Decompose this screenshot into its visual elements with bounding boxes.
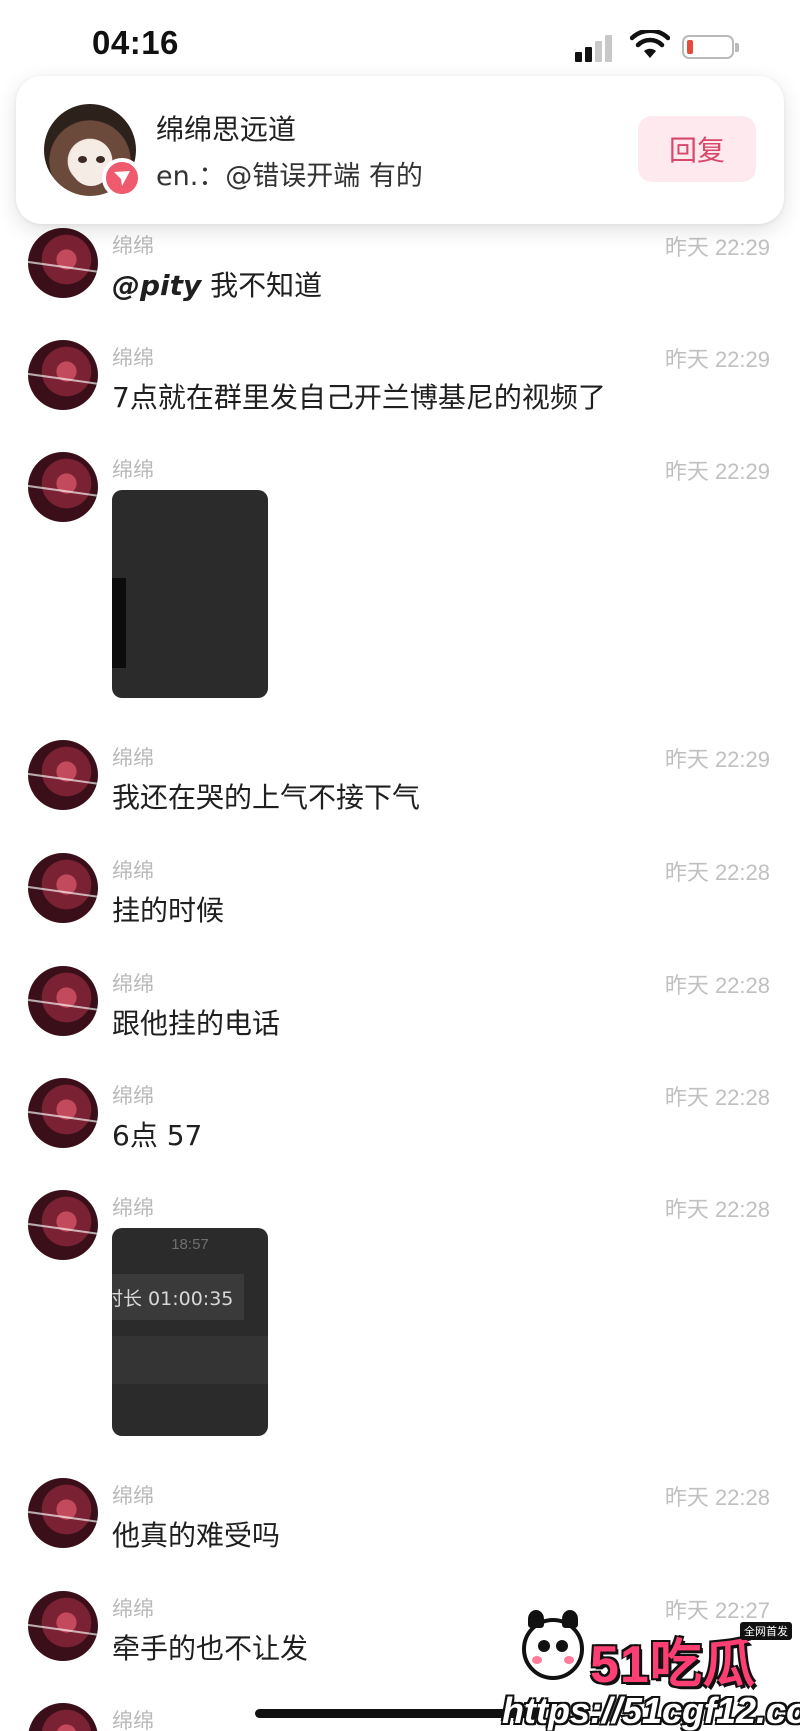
message-text[interactable]: 跟他挂的电话 (112, 1002, 280, 1042)
message-sender: 绵绵 (112, 972, 154, 996)
message-text[interactable]: @pity 我不知道 (112, 264, 322, 304)
watermark: 51吃瓜 全网首发 https://51cgf12.com (490, 1610, 800, 1731)
message-sender: 绵绵 (112, 1084, 154, 1108)
call-screenshot-thumbnail[interactable]: 18:57 时长 01:00:35 (112, 1228, 268, 1436)
message-time: 昨天 22:28 (664, 973, 770, 998)
message-sender: 绵绵 (112, 458, 154, 482)
avatar[interactable] (28, 228, 98, 298)
message-sender: 绵绵 (112, 1196, 154, 1220)
notification-title: 绵绵思远道 (156, 113, 297, 146)
message-time: 昨天 22:28 (664, 1485, 770, 1510)
watermark-logo: 51吃瓜 (590, 1636, 756, 1694)
message-text-body: 我不知道 (201, 269, 323, 302)
video-thumbnail[interactable] (112, 490, 268, 698)
mascot-ear (562, 1610, 578, 1628)
message-time: 昨天 22:29 (664, 347, 770, 372)
avatar[interactable] (28, 1078, 98, 1148)
message-text[interactable]: 牵手的也不让发 (112, 1627, 308, 1667)
avatar-eye (78, 156, 87, 163)
message-text[interactable]: 挂的时候 (112, 889, 224, 929)
avatar[interactable] (28, 1703, 98, 1731)
message-sender: 绵绵 (112, 859, 154, 883)
message-time: 昨天 22:28 (664, 1085, 770, 1110)
notification-banner[interactable]: 绵绵思远道 en.：@错误开端 有的 回复 (16, 76, 784, 224)
reply-button[interactable]: 回复 (638, 116, 756, 182)
avatar[interactable] (28, 853, 98, 923)
message-text[interactable]: 他真的难受吗 (112, 1514, 280, 1554)
avatar[interactable] (28, 452, 98, 522)
chat-screen: 04:16 绵绵 昨天 22:29 @pity 我不知道 绵绵 昨天 22:29… (0, 0, 800, 1731)
avatar[interactable] (28, 1591, 98, 1661)
message-time: 昨天 22:29 (664, 747, 770, 772)
mention-link[interactable]: @pity (112, 269, 201, 302)
avatar[interactable] (28, 340, 98, 410)
notification-body: en.：@错误开端 有的 (156, 161, 423, 192)
avatar[interactable] (28, 966, 98, 1036)
message-text[interactable]: 我还在哭的上气不接下气 (112, 776, 420, 816)
message-time: 昨天 22:29 (664, 459, 770, 484)
message-sender: 绵绵 (112, 1484, 154, 1508)
message-sender: 绵绵 (112, 1597, 154, 1621)
watermark-url: https://51cgf12.com (502, 1690, 800, 1731)
avatar[interactable] (28, 1190, 98, 1260)
message-list[interactable]: 绵绵 昨天 22:29 @pity 我不知道 绵绵 昨天 22:29 7点就在群… (0, 0, 800, 1731)
mascot-cheek (564, 1656, 574, 1664)
watermark-tag: 全网首发 (740, 1622, 792, 1640)
message-text[interactable]: 6点 57 (112, 1114, 202, 1154)
video-frame (112, 578, 126, 668)
call-duration: 时长 01:00:35 (112, 1274, 244, 1320)
avatar-eye (96, 156, 105, 163)
send-icon (102, 158, 142, 198)
message-sender: 绵绵 (112, 346, 154, 370)
mascot-cheek (532, 1656, 542, 1664)
message-sender: 绵绵 (112, 1709, 154, 1731)
call-duration-text: 时长 01:00:35 (112, 1287, 234, 1310)
mascot-ear (528, 1610, 544, 1628)
message-time: 昨天 22:28 (664, 860, 770, 885)
avatar[interactable] (28, 1478, 98, 1548)
message-sender: 绵绵 (112, 234, 154, 258)
message-text[interactable]: 7点就在群里发自己开兰博基尼的视频了 (112, 376, 606, 416)
send-icon-glyph (114, 171, 130, 186)
message-time: 昨天 22:28 (664, 1197, 770, 1222)
message-sender: 绵绵 (112, 746, 154, 770)
message-time: 昨天 22:29 (664, 235, 770, 260)
mascot-eye (556, 1640, 568, 1652)
mascot-eye (538, 1640, 550, 1652)
screenshot-bar (112, 1336, 268, 1384)
mascot-logo-icon (522, 1610, 584, 1680)
avatar[interactable] (28, 740, 98, 810)
screenshot-clock: 18:57 (171, 1236, 209, 1253)
